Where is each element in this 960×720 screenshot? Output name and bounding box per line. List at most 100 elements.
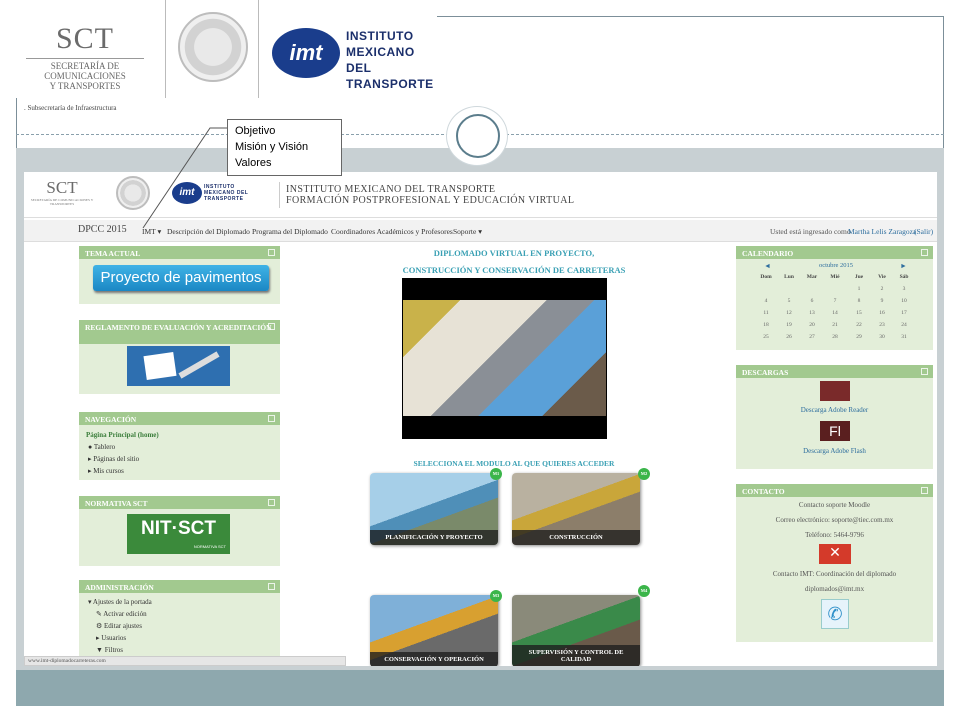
calendar-day-header: Lun: [784, 274, 794, 280]
admin-item-label: Editar ajustes: [104, 622, 142, 630]
calendar-day[interactable]: 8: [850, 298, 868, 304]
calendar-day[interactable]: 7: [826, 298, 844, 304]
admin-usuarios[interactable]: ▸ Usuarios: [96, 634, 126, 642]
tools-icon[interactable]: ✕: [819, 544, 851, 564]
module-m3-card[interactable]: CONSERVACIÓN Y OPERACIÓN: [370, 595, 498, 666]
block-navegacion: NAVEGACIÓN Página Principal (home) ● Tab…: [79, 412, 280, 480]
callout-item-mision: Misión y Visión: [235, 141, 309, 153]
calendar-day[interactable]: 2: [873, 286, 891, 292]
collapse-icon[interactable]: [921, 368, 928, 375]
collapse-icon[interactable]: [921, 249, 928, 256]
course-video[interactable]: [402, 278, 607, 439]
calendar-day[interactable]: 6: [803, 298, 821, 304]
nav-coordinadores[interactable]: Coordinadores Académicos y Profesores: [331, 227, 453, 236]
module-m4-card[interactable]: SUPERVISIÓN Y CONTROL DE CALIDAD: [512, 595, 640, 666]
calendar-day[interactable]: 13: [803, 310, 821, 316]
sct-name-line: SECRETARÍA DE: [50, 61, 120, 71]
calendar-day[interactable]: 26: [780, 334, 798, 340]
header-title: INSTITUTO MEXICANO DEL TRANSPORTE: [286, 184, 496, 195]
sct-name-line: COMUNICACIONES: [44, 71, 126, 81]
calendar-day[interactable]: 29: [850, 334, 868, 340]
calendar-day[interactable]: 24: [895, 322, 913, 328]
nav-item-paginas[interactable]: ▸ Páginas del sitio: [88, 455, 139, 463]
calendar-day[interactable]: 4: [757, 298, 775, 304]
calendar-day[interactable]: 27: [803, 334, 821, 340]
nav-home-link[interactable]: Página Principal (home): [86, 431, 159, 439]
admin-editar-ajustes[interactable]: ⚙ Editar ajustes: [96, 622, 142, 630]
imt-logo-icon: imt: [272, 28, 340, 78]
calendar-day[interactable]: 31: [895, 334, 913, 340]
header-sct-logo: SCT SECRETARÍA DE COMUNICACIONES Y TRANS…: [28, 178, 96, 206]
nav-item-tablero[interactable]: ● Tablero: [88, 443, 115, 451]
nav-imt-menu[interactable]: IMT ▾: [142, 227, 161, 236]
brand-link[interactable]: DPCC 2015: [78, 224, 127, 235]
nav-item-cursos[interactable]: ▸ Mis cursos: [88, 467, 124, 475]
sct-name-line: Y TRANSPORTES: [49, 81, 121, 91]
calendar-day[interactable]: 9: [873, 298, 891, 304]
imt-name-line: MEXICANO DEL: [346, 45, 415, 75]
calendar-day[interactable]: 15: [850, 310, 868, 316]
nit-sct-sub: NORMATIVA SCT: [193, 544, 226, 549]
calendar-day[interactable]: 1: [850, 286, 868, 292]
nav-soporte-menu[interactable]: Soporte ▾: [453, 227, 482, 236]
nit-sct-logo[interactable]: NIT·SCT NORMATIVA SCT: [127, 514, 230, 554]
module-badge: M3: [490, 590, 502, 602]
block-normativa: NORMATIVA SCT NIT·SCT NORMATIVA SCT: [79, 496, 280, 566]
collapse-icon[interactable]: [268, 323, 275, 330]
calendar-day[interactable]: 3: [895, 286, 913, 292]
calendar-day[interactable]: 22: [850, 322, 868, 328]
moodle-page: SCT SECRETARÍA DE COMUNICACIONES Y TRANS…: [24, 172, 937, 666]
calendar-day[interactable]: 12: [780, 310, 798, 316]
collapse-icon[interactable]: [921, 487, 928, 494]
evaluation-checklist-icon[interactable]: [127, 346, 230, 386]
logout-link[interactable]: (Salir): [914, 227, 933, 236]
collapse-icon[interactable]: [268, 415, 275, 422]
calendar-day[interactable]: 25: [757, 334, 775, 340]
calendar-day[interactable]: 28: [826, 334, 844, 340]
phone-icon[interactable]: ✆: [821, 599, 849, 629]
module-m1-card[interactable]: PLANIFICACIÓN Y PROYECTO: [370, 473, 498, 545]
nav-programa[interactable]: Programa del Diplomado: [252, 227, 328, 236]
calendar-day[interactable]: 17: [895, 310, 913, 316]
calendar-day[interactable]: 20: [803, 322, 821, 328]
block-contacto: CONTACTO Contacto soporte Moodle Correo …: [736, 484, 933, 642]
calendar-day[interactable]: 11: [757, 310, 775, 316]
collapse-icon[interactable]: [268, 249, 275, 256]
calendar-month-label[interactable]: octubre 2015: [816, 262, 856, 269]
proyecto-pavimentos-button[interactable]: Proyecto de pavimentos: [93, 265, 269, 291]
calendar-day[interactable]: 30: [873, 334, 891, 340]
calendar-day[interactable]: 14: [826, 310, 844, 316]
adobe-reader-link[interactable]: Descarga Adobe Reader: [736, 406, 933, 414]
collapse-icon[interactable]: [268, 499, 275, 506]
calendar-day[interactable]: 19: [780, 322, 798, 328]
admin-ajustes-portada[interactable]: ▾ Ajustes de la portada: [88, 598, 152, 606]
header-sct-abbr: SCT: [46, 178, 78, 197]
header-subtitle: FORMACIÓN POSTPROFESIONAL Y EDUCACIÓN VI…: [286, 195, 575, 206]
footer-band: [16, 670, 944, 706]
admin-activar-edicion[interactable]: ✎ Activar edición: [96, 610, 147, 618]
calendar-day[interactable]: 16: [873, 310, 891, 316]
admin-filtros[interactable]: ▼ Filtros: [96, 646, 123, 654]
nav-descripcion[interactable]: Descripción del Diplomado: [167, 227, 250, 236]
block-title: CALENDARIO: [742, 249, 794, 258]
calendar-day[interactable]: 18: [757, 322, 775, 328]
module-m2-card[interactable]: CONSTRUCCIÓN: [512, 473, 640, 545]
calendar-day[interactable]: 23: [873, 322, 891, 328]
adobe-flash-link[interactable]: Descarga Adobe Flash: [736, 447, 933, 455]
calendar-day[interactable]: 10: [895, 298, 913, 304]
calendar-prev-button[interactable]: ◄: [764, 262, 771, 270]
module-caption: CONSERVACIÓN Y OPERACIÓN: [370, 652, 498, 666]
moodle-header: SCT SECRETARÍA DE COMUNICACIONES Y TRANS…: [24, 172, 937, 218]
module-badge: M1: [490, 468, 502, 480]
calendar-next-button[interactable]: ►: [900, 262, 907, 270]
contact-imt-label: Contacto IMT: Coordinación del diplomado: [772, 570, 897, 578]
adobe-reader-icon[interactable]: [820, 381, 850, 401]
collapse-icon[interactable]: [268, 583, 275, 590]
contact-imt-email[interactable]: diplomados@imt.mx: [736, 585, 933, 593]
user-name-link[interactable]: Martha Lelis Zaragoza: [848, 227, 916, 236]
calendar-day[interactable]: 5: [780, 298, 798, 304]
calendar-day[interactable]: 21: [826, 322, 844, 328]
adobe-flash-icon[interactable]: Fl: [820, 421, 850, 441]
module-badge: M2: [638, 468, 650, 480]
contact-email[interactable]: Correo electrónico: soporte@tiec.com.mx: [736, 516, 933, 524]
